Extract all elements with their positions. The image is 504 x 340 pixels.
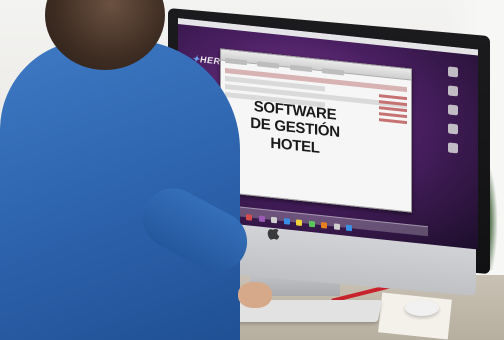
dock-app-icon[interactable]	[345, 224, 352, 232]
side-list	[379, 91, 407, 127]
desktop-file-icon[interactable]	[448, 66, 458, 78]
dock-app-icon[interactable]	[321, 222, 328, 229]
dock-app-icon[interactable]	[308, 220, 315, 228]
desktop-file-icon[interactable]	[448, 104, 458, 116]
desktop-file-icon[interactable]	[448, 142, 458, 154]
dock-app-icon[interactable]	[283, 218, 290, 225]
dock-app-icon[interactable]	[271, 216, 278, 224]
person	[0, 0, 258, 340]
dock-app-icon[interactable]	[296, 219, 303, 227]
mouse	[405, 300, 439, 316]
person-torso	[0, 40, 240, 340]
dock-app-icon[interactable]	[333, 223, 340, 230]
desktop-icons	[438, 65, 468, 163]
desktop-file-icon[interactable]	[448, 85, 458, 97]
dock-app-icon[interactable]	[258, 215, 265, 223]
photo-scene: ✦HER SOFTWARE DE GESTIÓN HOTEL	[0, 0, 504, 340]
desktop-file-icon[interactable]	[448, 123, 458, 135]
person-hand	[238, 282, 272, 308]
